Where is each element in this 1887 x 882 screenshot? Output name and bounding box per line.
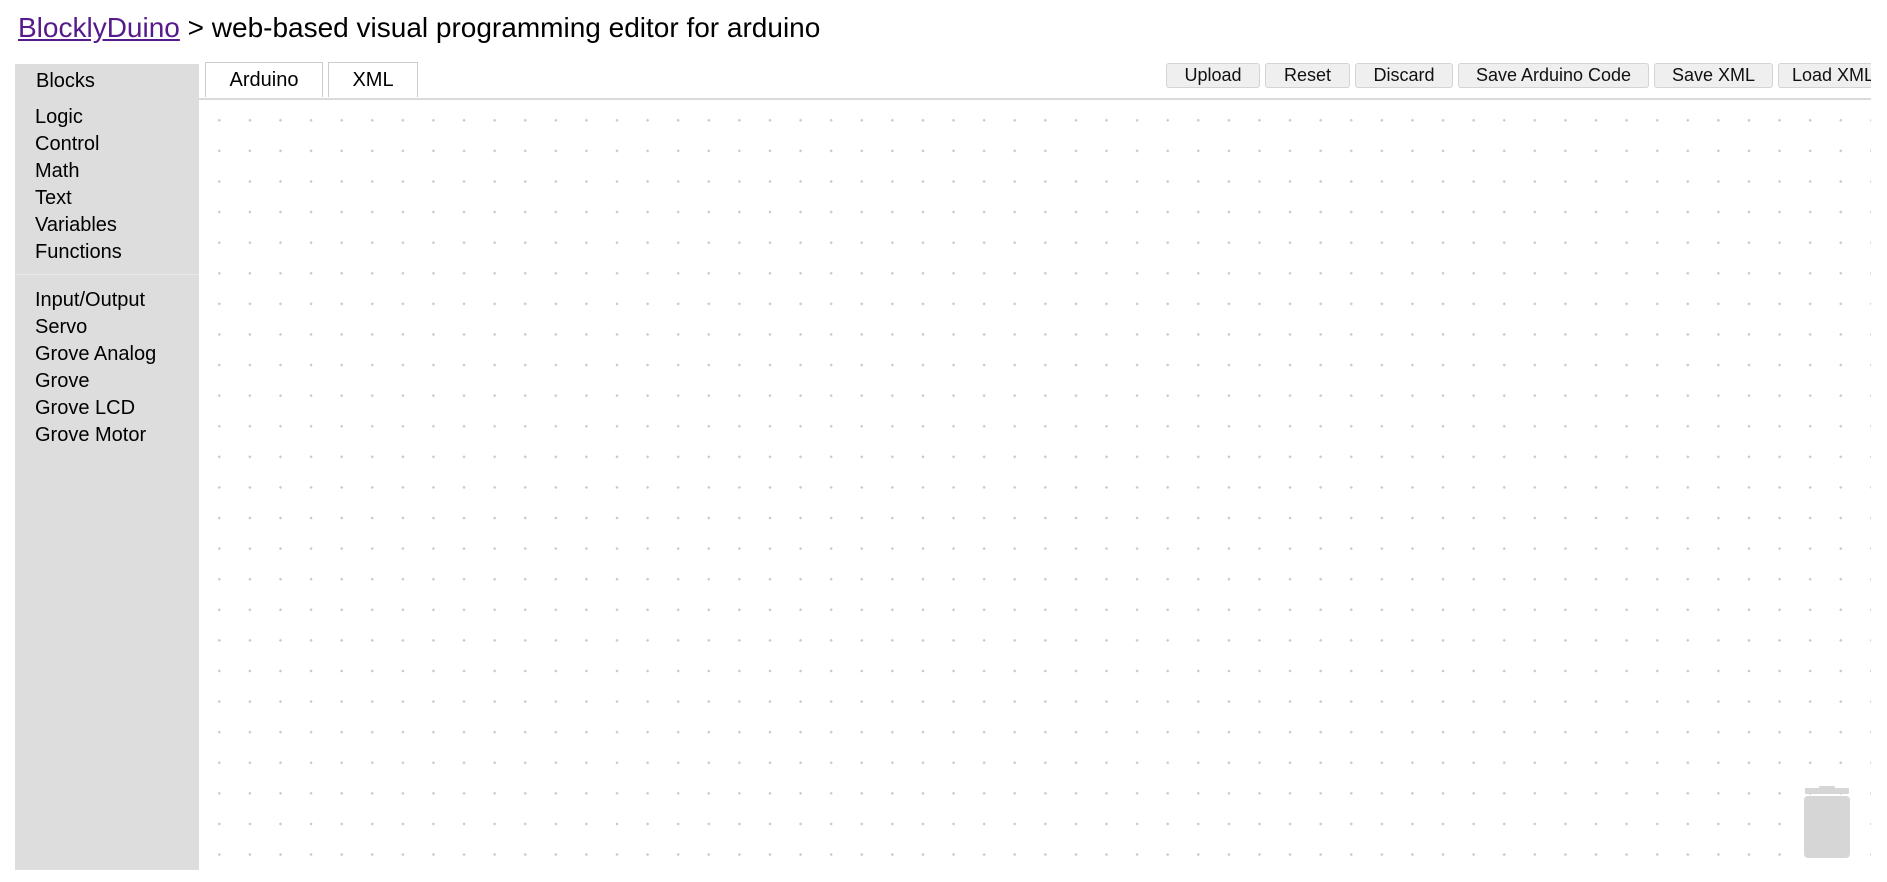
page-subtitle: > web-based visual programming editor fo… bbox=[179, 12, 821, 43]
category-text[interactable]: Text bbox=[15, 185, 199, 212]
category-input-output[interactable]: Input/Output bbox=[15, 287, 199, 314]
category-grove-analog[interactable]: Grove Analog bbox=[15, 341, 199, 368]
save-xml-button[interactable]: Save XML bbox=[1654, 63, 1773, 88]
category-math[interactable]: Math bbox=[15, 158, 199, 185]
category-grove[interactable]: Grove bbox=[15, 368, 199, 395]
page-title: BlocklyDuino > web-based visual programm… bbox=[18, 8, 820, 48]
category-control[interactable]: Control bbox=[15, 131, 199, 158]
toolbar: Upload Reset Discard Save Arduino Code S… bbox=[0, 63, 1871, 89]
blocklyduino-link[interactable]: BlocklyDuino bbox=[18, 12, 180, 43]
category-grove-lcd[interactable]: Grove LCD bbox=[15, 395, 199, 422]
category-servo[interactable]: Servo bbox=[15, 314, 199, 341]
blockly-workspace[interactable] bbox=[199, 100, 1871, 870]
category-functions[interactable]: Functions bbox=[15, 239, 199, 266]
save-arduino-code-button[interactable]: Save Arduino Code bbox=[1458, 63, 1649, 88]
load-xml-button[interactable]: Load XML bbox=[1778, 63, 1871, 88]
blocks-toolbox: Blocks Logic Control Math Text Variables… bbox=[15, 64, 199, 870]
upload-button[interactable]: Upload bbox=[1166, 63, 1260, 88]
category-logic[interactable]: Logic bbox=[15, 104, 199, 131]
category-variables[interactable]: Variables bbox=[15, 212, 199, 239]
category-separator bbox=[15, 274, 199, 275]
trash-icon[interactable] bbox=[1799, 786, 1855, 862]
category-grove-motor[interactable]: Grove Motor bbox=[15, 422, 199, 449]
reset-button[interactable]: Reset bbox=[1265, 63, 1350, 88]
category-list: Logic Control Math Text Variables Functi… bbox=[15, 104, 199, 449]
discard-button[interactable]: Discard bbox=[1355, 63, 1453, 88]
